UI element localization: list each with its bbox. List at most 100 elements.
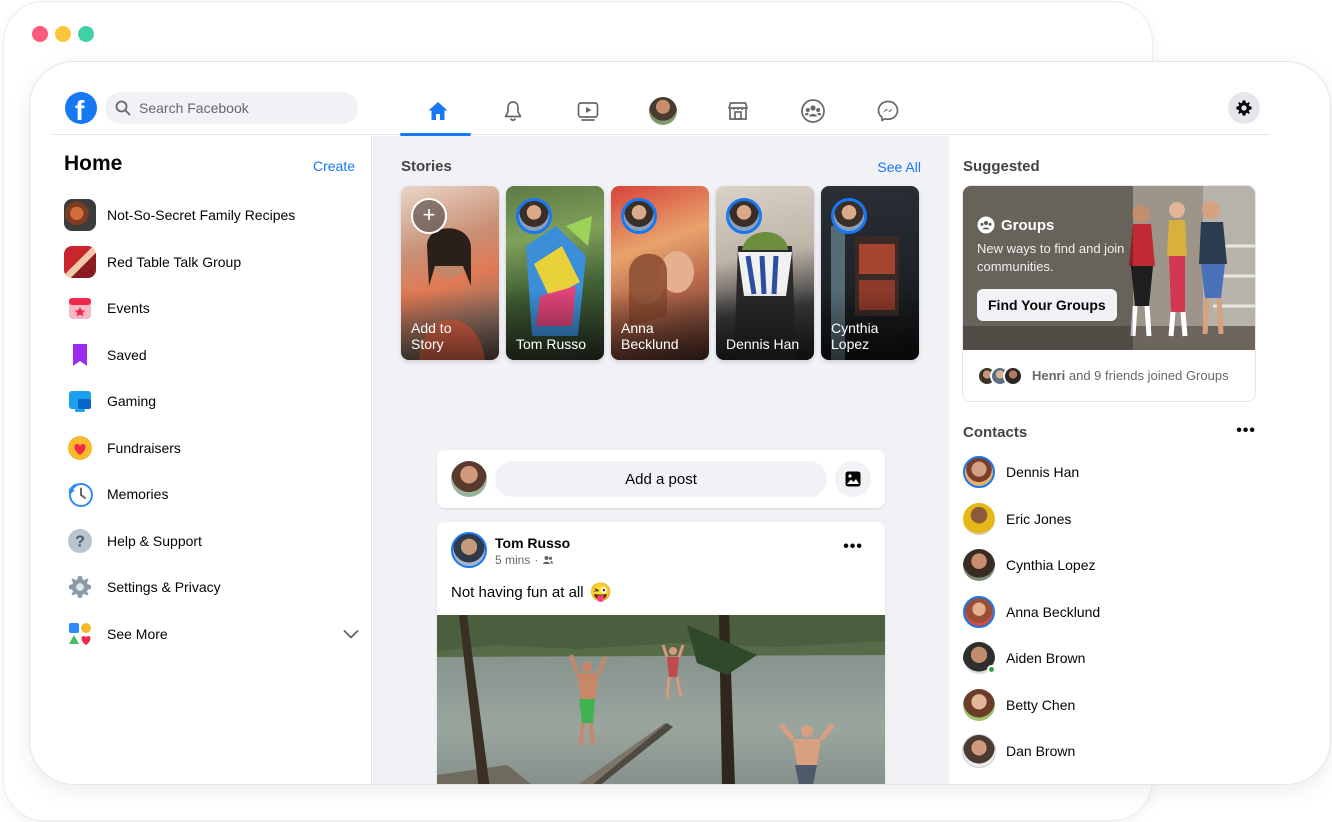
story-name-line1: Dennis Han [726, 336, 800, 352]
home-icon [428, 101, 447, 120]
tab-groups[interactable] [775, 86, 850, 135]
tab-marketplace[interactable] [700, 86, 775, 135]
post-author[interactable]: Tom Russo [495, 535, 570, 551]
sidebar-item-label: Settings & Privacy [107, 579, 221, 596]
add-story-icon[interactable]: + [411, 198, 447, 234]
story-name-line2: Becklund [621, 336, 679, 352]
heart-icon [64, 432, 96, 464]
story-card-tom-russo[interactable]: Tom Russo [506, 186, 604, 360]
footer-rest: and 9 friends joined Groups [1068, 368, 1229, 383]
add-photo-button[interactable] [835, 461, 871, 497]
sidebar-item-label: Red Table Talk Group [107, 253, 242, 270]
avatar [1003, 365, 1023, 386]
tab-messenger[interactable] [850, 86, 925, 135]
contact-name: Cynthia Lopez [1006, 557, 1096, 574]
gaming-icon [64, 385, 96, 417]
story-name: Cynthia Lopez [831, 320, 878, 352]
story-card-anna-becklund[interactable]: Anna Becklund [611, 186, 709, 360]
gear-icon [1236, 100, 1252, 116]
facebook-logo[interactable]: f [65, 92, 97, 126]
sidebar-item-label: Events [107, 300, 150, 317]
groups-footer-text: Henri and 9 friends joined Groups [1032, 368, 1229, 383]
tab-home[interactable] [400, 86, 475, 136]
svg-text:?: ? [75, 533, 85, 550]
post-photo[interactable] [437, 615, 885, 784]
sidebar-item-family-recipes[interactable]: Not-So-Secret Family Recipes [64, 192, 364, 239]
contact-name: Dan Brown [1006, 743, 1076, 760]
search-input[interactable] [139, 100, 339, 116]
feed-post: Tom Russo 5 mins · ••• Not having fun at… [437, 522, 885, 784]
post-text: Not having fun at all 😜 [451, 582, 612, 603]
avatar [963, 688, 995, 721]
sidebar-item-label: Fundraisers [107, 439, 181, 456]
suggested-title: Suggested [963, 158, 1040, 175]
tab-profile[interactable] [625, 86, 700, 135]
shortcut-list: Not-So-Secret Family Recipes Red Table T… [64, 192, 364, 657]
story-card-add[interactable]: + Add to Story [401, 186, 499, 360]
contact-item-dennis-han[interactable]: Dennis Han [963, 449, 1253, 496]
chevron-down-icon[interactable] [342, 625, 360, 643]
messenger-icon [877, 100, 898, 121]
window-maximize-dot[interactable] [78, 26, 94, 42]
contact-name: Dennis Han [1006, 464, 1080, 481]
window-minimize-dot[interactable] [55, 26, 71, 42]
avatar[interactable] [451, 461, 487, 497]
tab-notifications[interactable] [475, 86, 550, 135]
left-sidebar: Home Create Not-So-Secret Family Recipes… [52, 136, 372, 784]
avatar[interactable] [451, 532, 487, 568]
avatar [963, 502, 995, 535]
meta-separator: · [534, 553, 539, 567]
sidebar-item-label: Saved [107, 346, 147, 363]
sidebar-item-gaming[interactable]: Gaming [64, 378, 364, 425]
contact-item-anna-becklund[interactable]: Anna Becklund [963, 589, 1253, 636]
sidebar-item-help-support[interactable]: ? Help & Support [64, 518, 364, 565]
sidebar-item-fundraisers[interactable]: Fundraisers [64, 425, 364, 472]
window-close-dot[interactable] [32, 26, 48, 42]
add-post-input[interactable]: Add a post [495, 461, 827, 497]
sidebar-item-events[interactable]: Events [64, 285, 364, 332]
contact-item-cynthia-lopez[interactable]: Cynthia Lopez [963, 542, 1253, 589]
logo-glyph: f [75, 95, 85, 126]
shapes-icon [64, 618, 96, 650]
sidebar-item-see-more[interactable]: See More [64, 611, 364, 658]
story-name-line1: Cynthia [831, 320, 879, 336]
search-icon [115, 100, 131, 116]
group-photo-redtable [64, 245, 96, 278]
create-link[interactable]: Create [313, 158, 355, 174]
sidebar-item-label: Help & Support [107, 532, 202, 549]
contact-item-betty-chen[interactable]: Betty Chen [963, 682, 1253, 729]
avatar [963, 456, 995, 489]
avatar [963, 735, 995, 768]
groups-suggestion-card[interactable]: Groups New ways to find and join communi… [963, 186, 1255, 401]
sidebar-item-label: See More [107, 625, 168, 642]
groups-card-description: New ways to find and join communities. [977, 241, 1125, 274]
contact-name: Aiden Brown [1006, 650, 1086, 667]
settings-button[interactable] [1228, 92, 1260, 124]
story-card-cynthia-lopez[interactable]: Cynthia Lopez [821, 186, 919, 360]
contact-item-aiden-brown[interactable]: Aiden Brown [963, 635, 1253, 682]
post-time[interactable]: 5 mins [495, 553, 530, 567]
tab-watch[interactable] [550, 86, 625, 135]
story-name-line1: Tom Russo [516, 336, 587, 352]
app-window: f Search Facebook Home Create Not-So-Sec… [30, 62, 1330, 784]
see-all-link[interactable]: See All [877, 159, 921, 175]
contact-name: Eric Jones [1006, 510, 1072, 527]
groups-card-title: Groups [1001, 216, 1055, 234]
right-sidebar: Suggested Groups New ways to find and jo… [950, 136, 1270, 784]
contacts-more-button[interactable]: ••• [1236, 422, 1256, 440]
post-composer: Add a post [437, 450, 885, 508]
story-card-dennis-han[interactable]: Dennis Han [716, 186, 814, 360]
sidebar-item-settings-privacy[interactable]: Settings & Privacy [64, 564, 364, 611]
contact-item-dan-brown[interactable]: Dan Brown [963, 728, 1253, 775]
friends-icon [543, 556, 554, 564]
sidebar-item-red-table-talk[interactable]: Red Table Talk Group [64, 239, 364, 286]
sidebar-item-saved[interactable]: Saved [64, 332, 364, 379]
story-name-line2: Story [411, 336, 444, 352]
sidebar-item-memories[interactable]: Memories [64, 471, 364, 518]
post-more-button[interactable]: ••• [843, 538, 863, 556]
footer-name[interactable]: Henri [1032, 368, 1065, 383]
search-box[interactable] [105, 92, 358, 124]
contact-item-eric-jones[interactable]: Eric Jones [963, 496, 1253, 543]
sidebar-item-label: Gaming [107, 393, 157, 410]
find-your-groups-button[interactable]: Find Your Groups [977, 289, 1117, 321]
